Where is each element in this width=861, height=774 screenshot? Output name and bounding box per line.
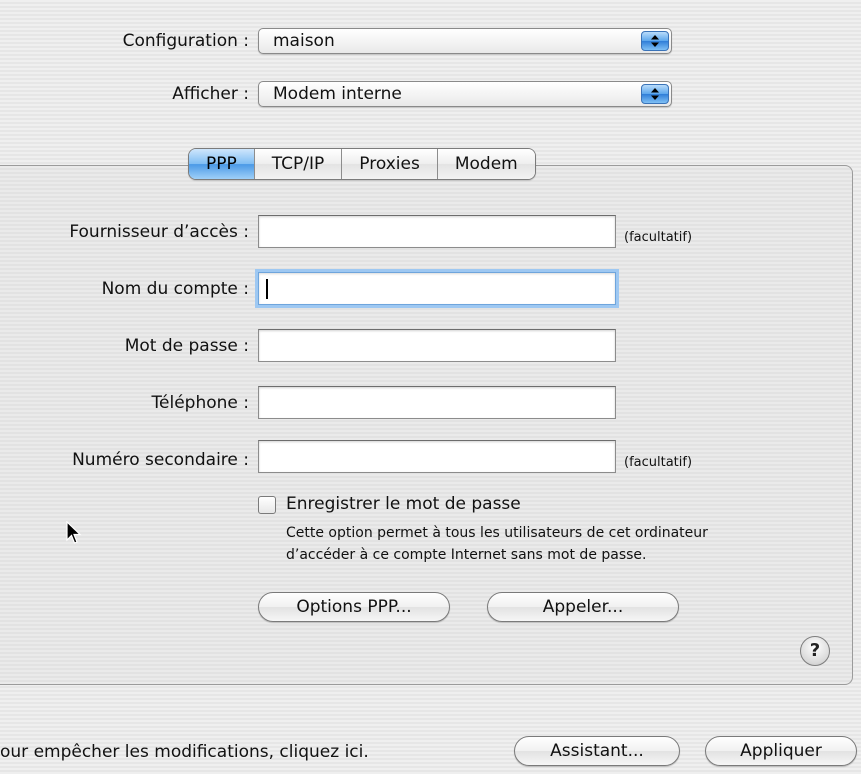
password-label: Mot de passe : — [124, 336, 249, 356]
save-password-checkbox[interactable] — [258, 496, 276, 514]
account-label: Nom du compte : — [101, 279, 249, 299]
tab-proxies[interactable]: Proxies — [341, 149, 437, 179]
show-label: Afficher : — [172, 84, 249, 104]
provider-field[interactable] — [258, 215, 616, 248]
configuration-popup-value: maison — [273, 31, 335, 51]
alt-number-field[interactable] — [258, 440, 616, 473]
save-password-description-line1: Cette option permet à tous les utilisate… — [286, 525, 708, 541]
alt-number-label: Numéro secondaire : — [72, 450, 249, 470]
phone-field[interactable] — [258, 386, 616, 419]
lock-hint-text[interactable]: our empêcher les modifications, cliquez … — [0, 742, 369, 762]
password-field[interactable] — [258, 329, 616, 362]
up-down-arrows-icon — [641, 84, 669, 104]
phone-label: Téléphone : — [151, 393, 249, 413]
provider-label: Fournisseur d’accès : — [69, 222, 249, 242]
alt-number-optional-hint: (facultatif) — [624, 455, 693, 470]
dial-button[interactable]: Appeler... — [487, 592, 679, 622]
tab-bar: PPP TCP/IP Proxies Modem — [188, 148, 536, 180]
tab-ppp[interactable]: PPP — [189, 149, 254, 179]
save-password-label[interactable]: Enregistrer le mot de passe — [286, 494, 521, 514]
provider-optional-hint: (facultatif) — [624, 230, 693, 245]
tab-tcpip[interactable]: TCP/IP — [253, 149, 342, 179]
text-caret — [266, 279, 268, 299]
show-popup-value: Modem interne — [273, 84, 402, 104]
help-icon[interactable]: ? — [800, 636, 830, 666]
configuration-label: Configuration : — [122, 31, 249, 51]
apply-button[interactable]: Appliquer — [705, 736, 857, 766]
mouse-pointer-icon — [66, 520, 82, 549]
ppp-options-button[interactable]: Options PPP... — [258, 592, 450, 622]
show-popup[interactable]: Modem interne — [258, 81, 672, 107]
account-name-field[interactable] — [258, 272, 616, 305]
assistant-button[interactable]: Assistant... — [514, 736, 680, 766]
configuration-popup[interactable]: maison — [258, 28, 672, 54]
save-password-description-line2: d’accéder à ce compte Internet sans mot … — [286, 547, 647, 563]
up-down-arrows-icon — [641, 31, 669, 51]
tab-modem[interactable]: Modem — [436, 149, 535, 179]
